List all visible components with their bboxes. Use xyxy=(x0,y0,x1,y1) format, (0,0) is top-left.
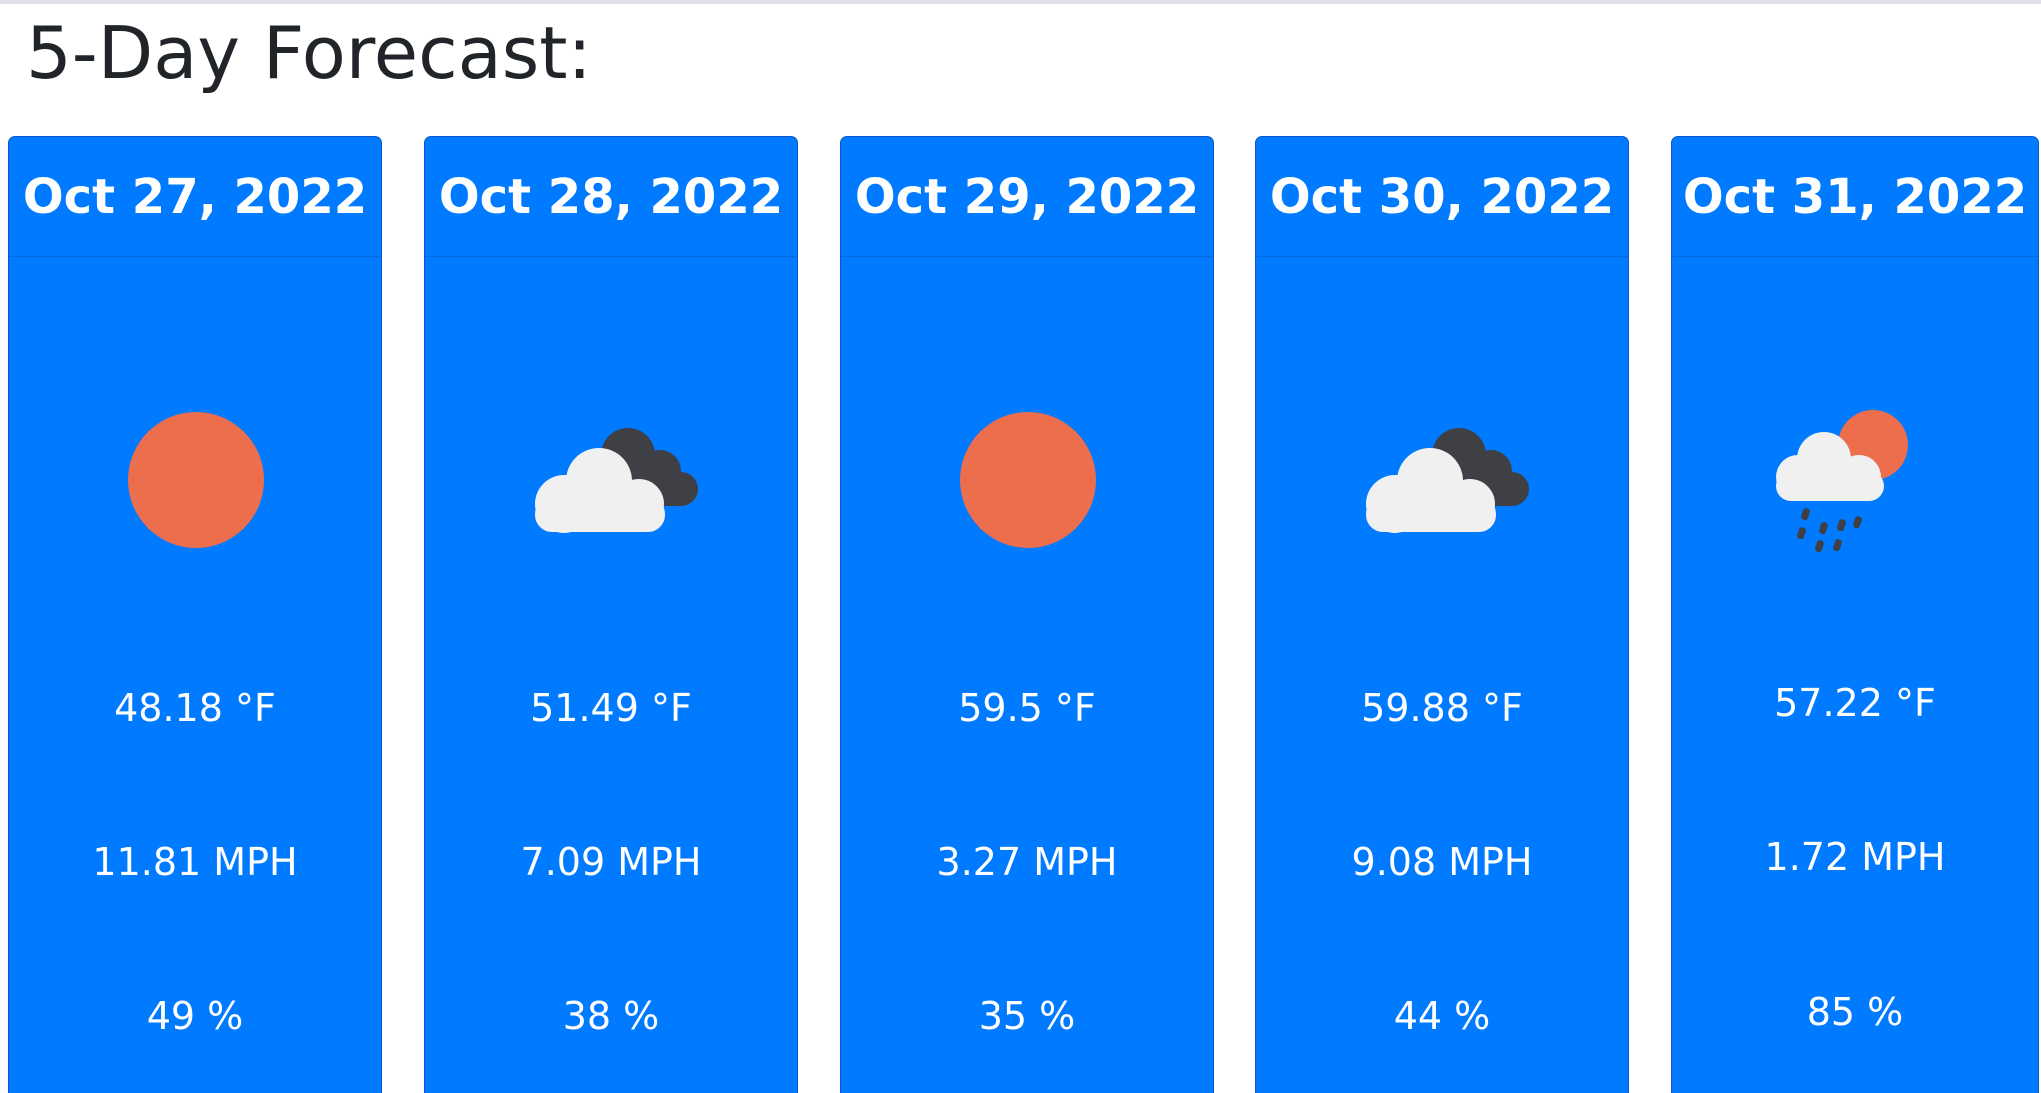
forecast-humidity: 85 % xyxy=(1806,990,1904,1034)
forecast-date: Oct 29, 2022 xyxy=(841,137,1213,257)
forecast-card-oct-30: Oct 30, 2022 59.88 °F 9.08 MPH 44 % xyxy=(1255,136,1629,1093)
forecast-wind-speed: 11.81 MPH xyxy=(92,840,298,884)
forecast-card-oct-28: Oct 28, 2022 51.49 °F 7.09 MPH 38 % xyxy=(424,136,798,1093)
sun-icon xyxy=(928,377,1128,577)
forecast-wind-speed: 1.72 MPH xyxy=(1764,835,1946,879)
forecast-wind-speed: 3.27 MPH xyxy=(936,840,1118,884)
forecast-temperature: 57.22 °F xyxy=(1774,681,1936,725)
forecast-temperature: 51.49 °F xyxy=(530,686,692,730)
forecast-wind-speed: 9.08 MPH xyxy=(1351,840,1533,884)
forecast-temperature: 48.18 °F xyxy=(114,686,276,730)
top-divider xyxy=(0,0,2041,4)
forecast-temperature: 59.5 °F xyxy=(958,686,1096,730)
cloudy-icon xyxy=(512,377,712,577)
forecast-temperature: 59.88 °F xyxy=(1361,686,1523,730)
forecast-date: Oct 30, 2022 xyxy=(1256,137,1628,257)
cloudy-icon xyxy=(1343,377,1543,577)
sun-icon xyxy=(96,377,296,577)
forecast-humidity: 38 % xyxy=(562,994,660,1038)
forecast-humidity: 35 % xyxy=(978,994,1076,1038)
sun-rain-icon xyxy=(1756,377,1956,577)
forecast-heading: 5-Day Forecast: xyxy=(26,11,592,95)
forecast-card-oct-29: Oct 29, 2022 59.5 °F 3.27 MPH 35 % xyxy=(840,136,1214,1093)
forecast-wind-speed: 7.09 MPH xyxy=(520,840,702,884)
forecast-date: Oct 28, 2022 xyxy=(425,137,797,257)
forecast-humidity: 44 % xyxy=(1393,994,1491,1038)
forecast-date: Oct 31, 2022 xyxy=(1672,137,2038,257)
forecast-date: Oct 27, 2022 xyxy=(9,137,381,257)
forecast-card-oct-27: Oct 27, 2022 48.18 °F 11.81 MPH 49 % xyxy=(8,136,382,1093)
forecast-humidity: 49 % xyxy=(146,994,244,1038)
forecast-card-oct-31: Oct 31, 2022 57.22 °F 1.72 MPH 85 % xyxy=(1671,136,2039,1093)
